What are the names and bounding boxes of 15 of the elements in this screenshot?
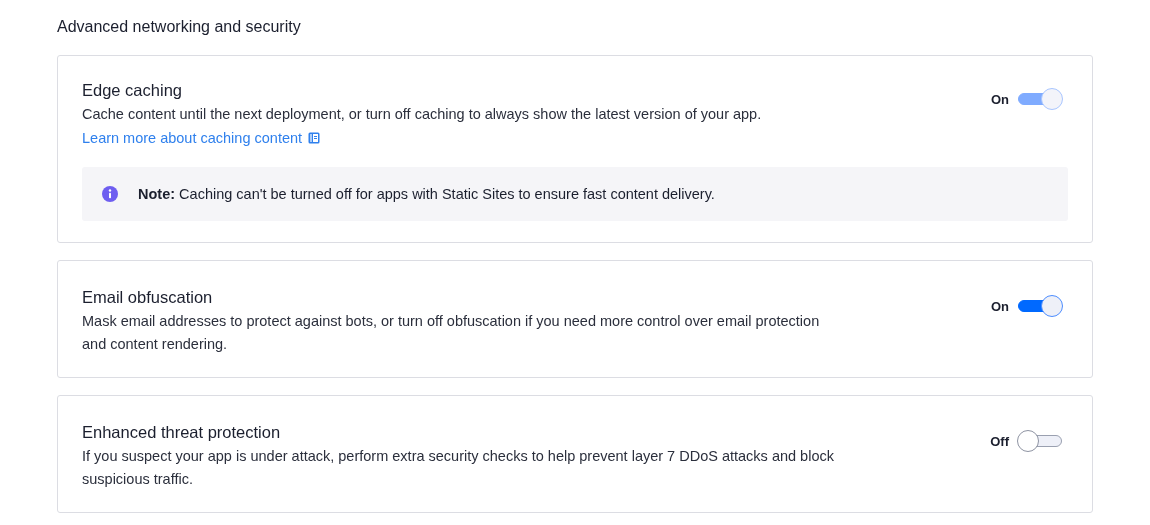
toggle-label: Off [989, 433, 1009, 449]
info-icon [102, 186, 118, 202]
toggle-label: On [989, 298, 1009, 314]
note-text: Note: Caching can't be turned off for apps with Static Sites to ensure fast content delivery. [138, 186, 715, 202]
document-icon [308, 132, 321, 144]
toggle-switch[interactable] [1017, 430, 1063, 452]
section-heading: Advanced networking and security [57, 17, 302, 37]
setting-description: Cache content until the next deployment, or turn off caching to always show the latest version of your app. [82, 105, 763, 124]
setting-description: Mask email addresses to protect against bots, or turn off obfuscation if you need more control over email protection and content rendering. [82, 312, 821, 354]
setting-description: If you suspect your app is under attack, perform extra security checks to help prevent layer 7 DDoS attacks and block suspicious traffic. [82, 447, 835, 489]
toggle-switch[interactable] [1017, 295, 1063, 317]
setting-title: Email obfuscation [82, 287, 214, 308]
setting-title: Enhanced threat protection [82, 422, 282, 443]
setting-title: Edge caching [82, 80, 183, 101]
toggle-label: On [989, 91, 1009, 107]
